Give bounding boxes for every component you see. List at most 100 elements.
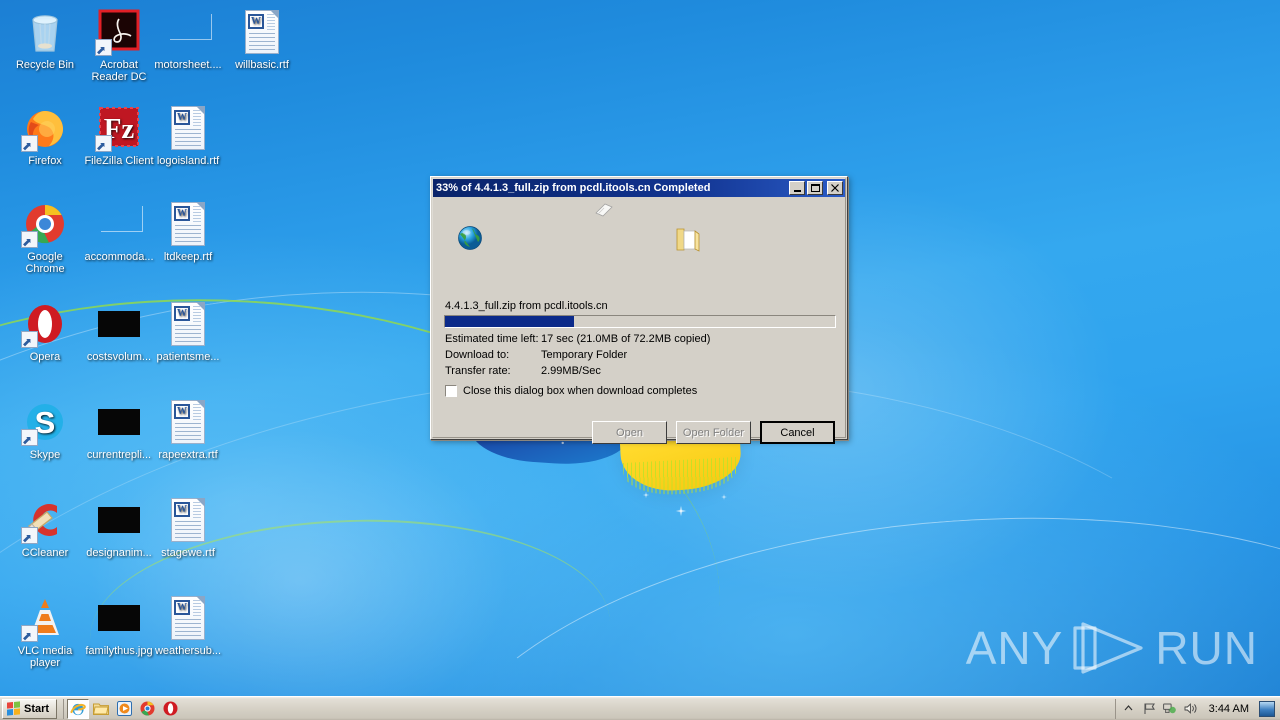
titlebar-button-group[interactable]	[789, 181, 843, 195]
desktop-icon-rapeextra-rtf[interactable]: Wrapeextra.rtf	[151, 398, 225, 461]
desktop-icon-glyph	[21, 8, 69, 56]
show-desktop-button[interactable]	[1259, 700, 1275, 717]
desktop-icon-logoisland-rtf[interactable]: Wlogoisland.rtf	[151, 104, 225, 167]
desktop-icon-willbasic-rtf[interactable]: Wwillbasic.rtf	[225, 8, 299, 71]
close-when-complete-checkbox[interactable]	[445, 385, 457, 397]
desktop-icon-stagewe-rtf[interactable]: Wstagewe.rtf	[151, 496, 225, 559]
desktop-icon-glyph	[21, 496, 69, 546]
desktop-icon-glyph: W	[238, 8, 286, 56]
quick-launch-bar[interactable]	[63, 698, 181, 719]
dialog-title: 33% of 4.4.1.3_full.zip from pcdl.itools…	[436, 182, 711, 194]
firefox-icon	[27, 111, 63, 147]
taskbar-item-opera[interactable]	[159, 699, 181, 719]
taskbar[interactable]: Start 3:44 AM	[0, 696, 1280, 720]
taskbar-item-google-chrome[interactable]	[136, 699, 158, 719]
skype-icon: S	[27, 404, 63, 440]
open-button[interactable]: Open	[592, 421, 667, 444]
desktop-icon-glyph: Fz	[95, 104, 143, 154]
desktop-icon-currentrepli[interactable]: currentrepli...	[82, 398, 156, 461]
dialog-button-row[interactable]: Open Open Folder Cancel	[592, 421, 835, 444]
desktop-icon-skype[interactable]: S Skype	[8, 398, 82, 461]
network-icon[interactable]	[1163, 701, 1178, 716]
cancel-button[interactable]: Cancel	[760, 421, 835, 444]
desktop-icon-label: weathersub...	[154, 645, 222, 657]
close-when-complete-checkbox-row[interactable]: Close this dialog box when download comp…	[445, 385, 697, 397]
desktop-icon-label: currentrepli...	[86, 449, 152, 461]
maximize-button[interactable]	[807, 181, 823, 195]
download-progress-fill	[445, 316, 574, 327]
desktop-icon-glyph	[21, 104, 69, 154]
desktop-icon-glyph	[95, 594, 143, 642]
desktop-icon-accommoda[interactable]: accommoda...	[82, 200, 156, 263]
svg-text:Fz: Fz	[104, 113, 135, 145]
vlc-media-player-icon	[31, 599, 59, 635]
taskbar-item-media-player[interactable]	[113, 699, 135, 719]
svg-text:S: S	[35, 405, 56, 440]
taskbar-clock[interactable]: 3:44 AM	[1205, 703, 1253, 715]
estimated-time-key: Estimated time left:	[445, 333, 539, 345]
show-hidden-icons-arrow-icon[interactable]	[1121, 701, 1136, 716]
close-icon	[831, 184, 839, 192]
rtf-document-icon: W	[171, 596, 205, 640]
internet-explorer-icon	[70, 703, 86, 715]
desktop-icon-glyph	[21, 200, 69, 250]
desktop-icon-glyph	[95, 496, 143, 544]
desktop-icon-recycle-bin[interactable]: Recycle Bin	[8, 8, 82, 71]
desktop-icon-ccleaner[interactable]: CCleaner	[8, 496, 82, 559]
taskbar-item-internet-explorer[interactable]	[67, 698, 90, 719]
desktop-icon-label: familythus.jpg	[85, 645, 153, 657]
ccleaner-icon	[26, 504, 57, 536]
minimize-button[interactable]	[789, 181, 805, 195]
start-label: Start	[24, 702, 50, 715]
transfer-animation-area	[433, 199, 845, 277]
desktop-icon-filezilla-client[interactable]: Fz FileZilla Client	[82, 104, 156, 167]
desktop-icon-opera[interactable]: Opera	[8, 300, 82, 363]
download-source-label: 4.4.1.3_full.zip from pcdl.itools.cn	[445, 300, 608, 312]
rtf-document-icon: W	[171, 302, 205, 346]
desktop-icon-ltdkeep-rtf[interactable]: Wltdkeep.rtf	[151, 200, 225, 263]
desktop-icon-glyph: W	[164, 496, 212, 544]
close-button[interactable]	[827, 181, 843, 195]
desktop-icon-label: willbasic.rtf	[235, 59, 289, 71]
action-center-flag-icon[interactable]	[1142, 701, 1157, 716]
desktop-icon-vlc-media-player[interactable]: VLC media player	[8, 594, 82, 669]
desktop-icon-familythus-jpg[interactable]: familythus.jpg	[82, 594, 156, 657]
download-progress-dialog[interactable]: 33% of 4.4.1.3_full.zip from pcdl.itools…	[430, 176, 848, 444]
image-thumbnail-icon	[98, 507, 140, 533]
desktop-icon-label: logoisland.rtf	[156, 155, 220, 167]
acrobat-reader-icon	[98, 9, 140, 51]
rtf-document-icon: W	[171, 202, 205, 246]
desktop-icon-patientsme[interactable]: Wpatientsme...	[151, 300, 225, 363]
close-when-complete-label: Close this dialog box when download comp…	[463, 385, 698, 397]
start-button[interactable]: Start	[2, 698, 58, 719]
desktop-icon-costsvolum[interactable]: costsvolum...	[82, 300, 156, 363]
desktop-icon-glyph	[21, 300, 69, 350]
dialog-titlebar[interactable]: 33% of 4.4.1.3_full.zip from pcdl.itools…	[433, 179, 845, 197]
desktop-icon-label: FileZilla Client	[84, 155, 154, 167]
desktop-icon-firefox[interactable]: Firefox	[8, 104, 82, 167]
desktop-icon-google-chrome[interactable]: Google Chrome	[8, 200, 82, 275]
desktop-icon-label: Google Chrome	[25, 251, 65, 275]
chrome-icon	[26, 205, 64, 244]
system-tray[interactable]: 3:44 AM	[1114, 698, 1278, 719]
rtf-document-icon: W	[245, 10, 279, 54]
download-to-value: Temporary Folder	[541, 349, 628, 361]
open-folder-button[interactable]: Open Folder	[676, 421, 751, 444]
desktop-icon-label: rapeextra.rtf	[158, 449, 218, 461]
desktop-icon-glyph: S	[21, 398, 69, 448]
filezilla-icon: Fz	[99, 107, 139, 147]
desktop-icon-glyph	[21, 594, 69, 644]
windows-logo-icon	[7, 701, 20, 716]
desktop-icon-designanim[interactable]: designanim...	[82, 496, 156, 559]
desktop-icon-glyph: W	[164, 300, 212, 348]
desktop-icon-weathersub[interactable]: Wweathersub...	[151, 594, 225, 657]
desktop-icon-motorsheet[interactable]: motorsheet....	[151, 8, 225, 71]
desktop-icon-label: designanim...	[86, 547, 152, 559]
image-thumbnail-icon	[98, 409, 140, 435]
volume-icon[interactable]	[1184, 701, 1199, 716]
desktop-icon-label: Recycle Bin	[15, 59, 75, 71]
desktop-icon-acrobat-reader-dc[interactable]: Acrobat Reader DC	[82, 8, 156, 83]
taskbar-item-windows-explorer[interactable]	[90, 699, 112, 719]
desktop-icon-label: VLC media player	[17, 645, 73, 669]
desktop-icon-label: ltdkeep.rtf	[163, 251, 213, 263]
